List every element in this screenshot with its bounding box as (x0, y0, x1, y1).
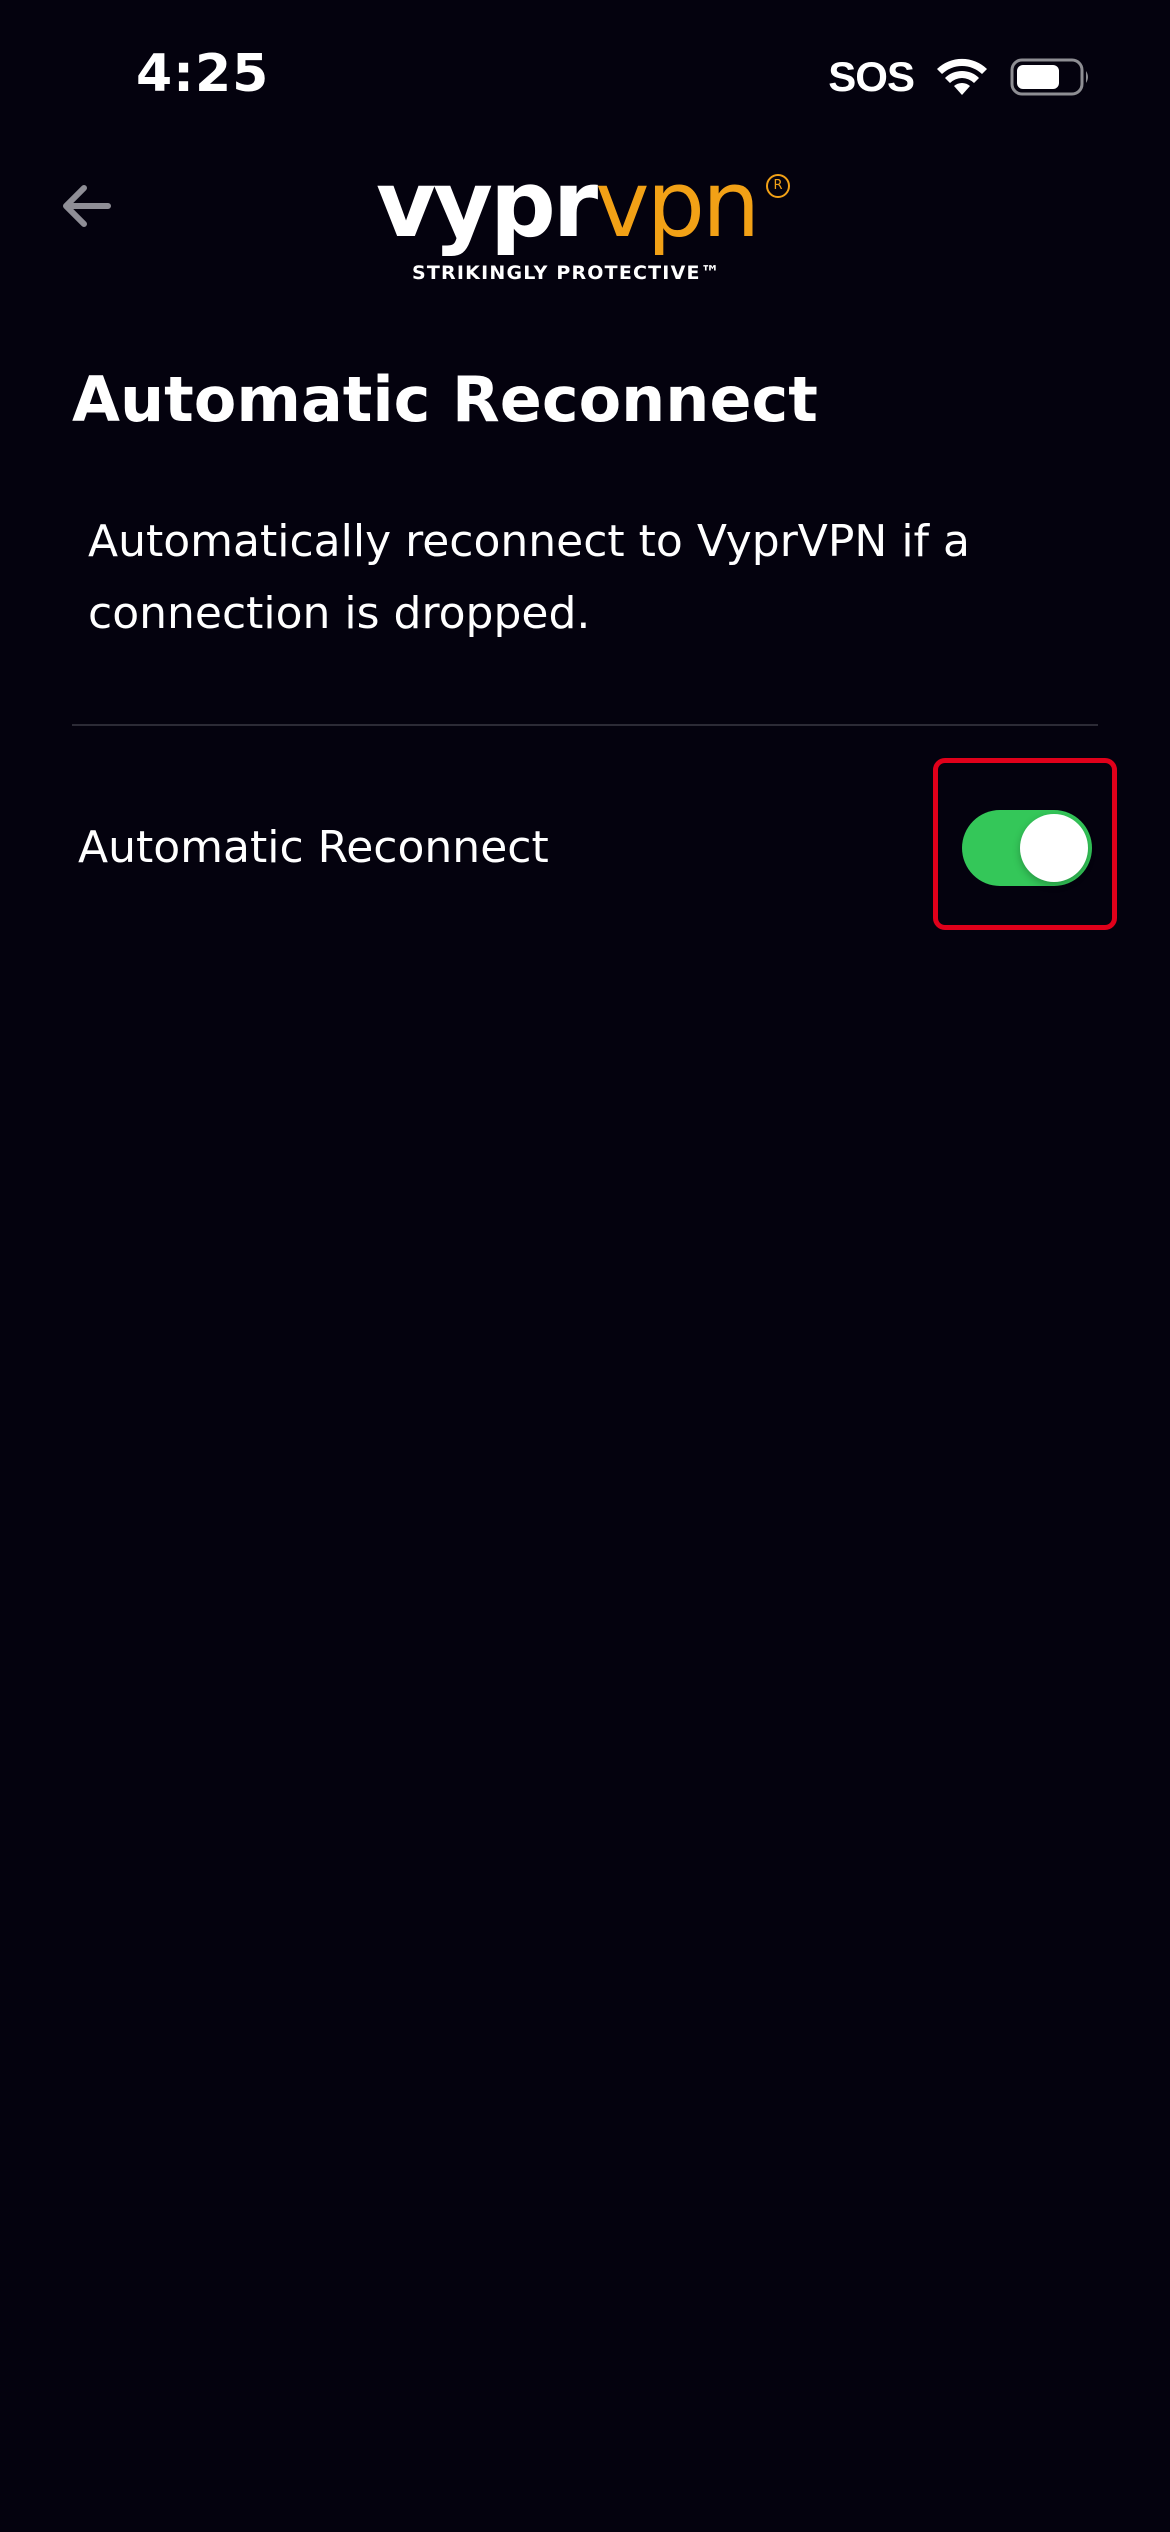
automatic-reconnect-toggle[interactable] (962, 810, 1092, 886)
status-time: 4:25 (136, 44, 270, 104)
logo-wordmark: vyprvpn (376, 150, 760, 260)
logo-tagline: STRIKINGLY PROTECTIVE™ (412, 262, 721, 284)
setting-label: Automatic Reconnect (78, 822, 549, 873)
vyprvpn-logo: vyprvpn R STRIKINGLY PROTECTIVE™ (376, 150, 796, 290)
status-indicators: SOS (828, 52, 1092, 102)
page-title: Automatic Reconnect (72, 363, 818, 436)
logo-word-secondary: vpn (595, 151, 760, 258)
battery-icon (1010, 58, 1088, 96)
wifi-icon (937, 58, 987, 95)
arrow-left-icon (63, 185, 111, 227)
page-description: Automatically reconnect to VyprVPN if a … (88, 516, 970, 639)
logo-word-primary: vypr (376, 151, 598, 258)
status-bar: 4:25 SOS (0, 0, 1170, 150)
status-carrier: SOS (828, 53, 915, 100)
divider (72, 724, 1098, 726)
toggle-knob (1020, 814, 1088, 882)
registered-mark: R (766, 174, 790, 198)
back-button[interactable] (44, 164, 128, 248)
